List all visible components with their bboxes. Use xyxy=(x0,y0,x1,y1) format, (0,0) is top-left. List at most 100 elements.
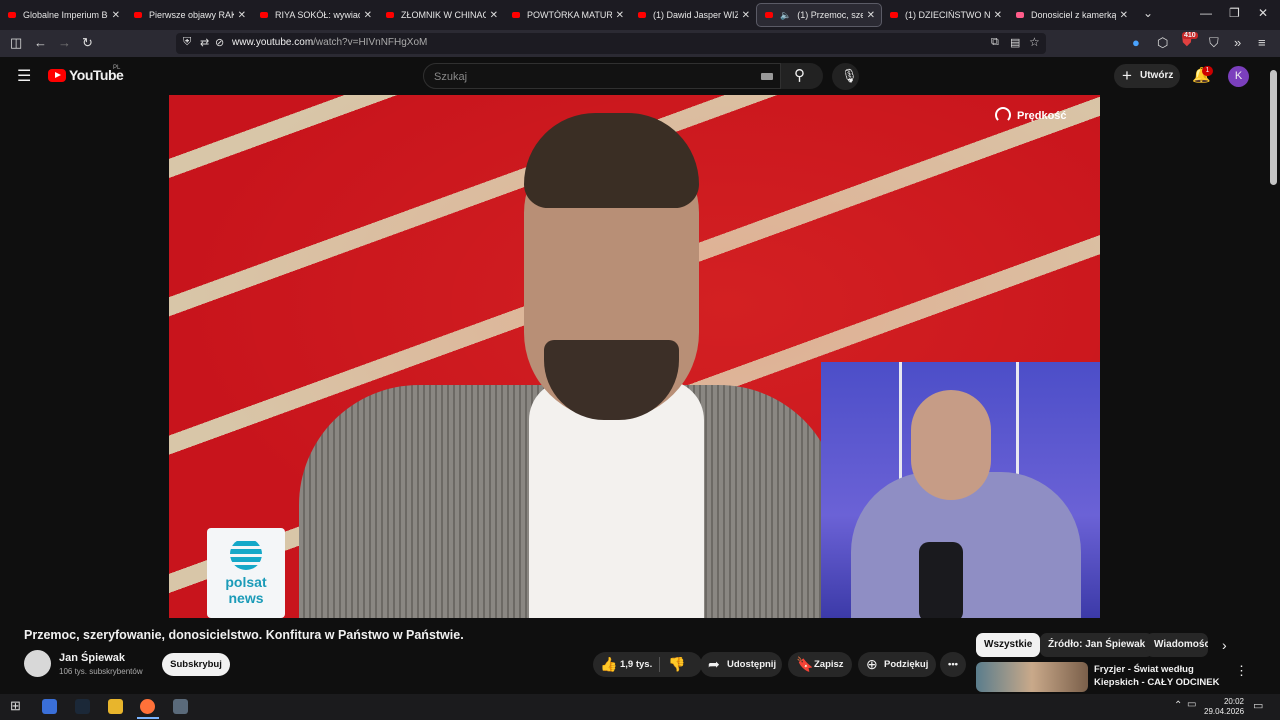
scrollbar-thumb[interactable] xyxy=(1270,70,1277,185)
speaker-icon[interactable]: 🔈 xyxy=(780,10,791,21)
voice-search-button[interactable]: 🎙 xyxy=(832,63,859,90)
chip-source[interactable]: Źródło: Jan Śpiewak xyxy=(1040,633,1154,657)
youtube-favicon-icon xyxy=(134,12,142,18)
calculator-icon[interactable] xyxy=(173,699,188,714)
browser-tab[interactable]: ZŁOMNIK W CHINACH # ✕ xyxy=(378,3,504,27)
vpn-extension-icon[interactable]: ● xyxy=(1132,35,1140,50)
more-horizontal-icon: ••• xyxy=(948,659,958,670)
subscribe-button[interactable]: Subskrybuj xyxy=(162,653,230,676)
microphone xyxy=(919,542,963,618)
thumbs-down-icon[interactable]: 👎 xyxy=(668,652,685,677)
close-tab-icon[interactable]: ✕ xyxy=(742,10,750,21)
close-tab-icon[interactable]: ✕ xyxy=(867,10,875,21)
browser-tab[interactable]: RIYA SOKÓŁ: wywiad, pie ✕ xyxy=(252,3,378,27)
tab-title: (1) DZIECIŃSTWO NA SP xyxy=(905,10,990,20)
close-tab-icon[interactable]: ✕ xyxy=(1120,10,1128,21)
youtube-favicon-icon xyxy=(890,12,898,18)
recommendation-thumbnail[interactable] xyxy=(976,662,1088,692)
permissions-icon[interactable]: ⇄ xyxy=(200,36,209,49)
minimize-icon[interactable]: — xyxy=(1200,6,1212,20)
close-tab-icon[interactable]: ✕ xyxy=(364,10,372,21)
shield-icon[interactable]: ⛨ xyxy=(183,36,191,49)
firefox-icon[interactable] xyxy=(140,699,155,714)
tab-title: Globalne Imperium Bezk xyxy=(23,10,108,20)
thanks-label: Podziękuj xyxy=(884,659,929,670)
streamer-overlay xyxy=(821,362,1100,618)
url-domain: www.youtube.com xyxy=(232,37,314,48)
recommendation-menu-icon[interactable]: ⋮ xyxy=(1235,663,1248,679)
network-icon[interactable]: ▭ xyxy=(1187,699,1196,710)
app-menu-icon[interactable]: ≡ xyxy=(1258,35,1266,50)
system-clock[interactable]: 20:02 29.04.2026 xyxy=(1204,697,1244,717)
restore-icon[interactable]: ❐ xyxy=(1229,6,1240,20)
browser-tab[interactable]: (1) DZIECIŃSTWO NA SP ✕ xyxy=(882,3,1008,27)
account-avatar[interactable]: K xyxy=(1228,66,1249,87)
close-tab-icon[interactable]: ✕ xyxy=(238,10,246,21)
close-window-icon[interactable]: ✕ xyxy=(1258,6,1268,20)
browser-tab[interactable]: Globalne Imperium Bezk ✕ xyxy=(0,3,126,27)
address-bar[interactable]: ⛨ ⇄ ⊘ www.youtube.com/watch?v=HIVnNFHgXo… xyxy=(176,33,1046,54)
sidebar-toggle-icon[interactable]: ◫ xyxy=(10,35,22,51)
windows-start-icon[interactable]: ⊞ xyxy=(10,698,21,714)
chip-all[interactable]: Wszystkie xyxy=(976,633,1041,657)
tab-title: POWTÓRKA MATURALNA xyxy=(527,10,612,20)
close-tab-icon[interactable]: ✕ xyxy=(616,10,624,21)
notification-center-icon[interactable]: ▭ xyxy=(1253,699,1263,712)
close-tab-icon[interactable]: ✕ xyxy=(994,10,1002,21)
tab-title: Donosiciel z kamerką czy xyxy=(1031,10,1116,20)
overflow-chevron-icon[interactable]: » xyxy=(1234,35,1241,50)
tab-list-icon[interactable]: ⌄ xyxy=(1143,6,1153,20)
broadcaster-line2: news xyxy=(228,590,264,606)
back-icon[interactable]: ← xyxy=(34,35,47,50)
more-actions-button[interactable]: ••• xyxy=(940,652,966,677)
save-button[interactable]: 🔖 Zapisz xyxy=(788,652,852,677)
close-tab-icon[interactable]: ✕ xyxy=(490,10,498,21)
video-player[interactable]: polsat news Prędkość xyxy=(169,95,1100,618)
streamer-face xyxy=(911,390,991,500)
extensions-icon[interactable]: ⬡ xyxy=(1157,35,1168,51)
reader-view-icon[interactable]: ▤ xyxy=(1010,36,1020,49)
search-button[interactable]: ⚲ xyxy=(781,63,823,89)
browser-tab[interactable]: (1) Dawid Jasper WIZYTA ✕ xyxy=(630,3,756,27)
picture-in-picture-icon[interactable]: ⧉ xyxy=(991,36,999,49)
privacy-badger-icon[interactable]: ⛉ xyxy=(1209,35,1219,51)
thumbs-up-icon: 👍 xyxy=(600,656,618,672)
file-explorer-icon[interactable] xyxy=(108,699,123,714)
tracking-icon[interactable]: ⊘ xyxy=(215,36,224,49)
like-dislike-group: 👍 1,9 tys. 👎 xyxy=(593,652,702,677)
reload-icon[interactable]: ↻ xyxy=(82,35,93,51)
tab-strip: Globalne Imperium Bezk ✕ Pierwsze objawy … xyxy=(0,0,1280,30)
tray-chevron-icon[interactable]: ⌃ xyxy=(1174,700,1182,711)
keyboard-icon[interactable] xyxy=(761,73,773,80)
close-tab-icon[interactable]: ✕ xyxy=(112,10,120,21)
channel-name[interactable]: Jan Śpiewak xyxy=(59,652,125,664)
chips-next-icon[interactable]: › xyxy=(1222,637,1227,653)
browser-tab-active[interactable]: 🔈 (1) Przemoc, szeryfo ✕ xyxy=(756,3,882,27)
steam-icon[interactable] xyxy=(75,699,90,714)
broadcaster-line1: polsat xyxy=(225,574,267,590)
channel-avatar[interactable] xyxy=(24,650,51,677)
notification-badge: 1 xyxy=(1202,66,1213,76)
clock-date: 29.04.2026 xyxy=(1204,707,1245,716)
youtube-favicon-icon xyxy=(765,12,773,18)
bookmark-star-icon[interactable]: ☆ xyxy=(1029,35,1040,49)
url-path: /watch?v=HIVnNFHgXoM xyxy=(313,37,428,48)
browser-tab[interactable]: Pierwsze objawy RAKA P ✕ xyxy=(126,3,252,27)
forward-icon[interactable]: → xyxy=(58,35,71,50)
create-button[interactable]: + Utwórz xyxy=(1114,64,1180,88)
youtube-favicon-icon xyxy=(8,12,16,18)
browser-tab[interactable]: Donosiciel z kamerką czy ✕ xyxy=(1008,3,1134,27)
desktop-app-icon[interactable] xyxy=(42,699,57,714)
speed-label[interactable]: Prędkość xyxy=(1017,110,1067,122)
browser-tab[interactable]: POWTÓRKA MATURALNA ✕ xyxy=(504,3,630,27)
youtube-favicon-icon xyxy=(638,12,646,18)
search-input[interactable]: Szukaj xyxy=(423,63,781,89)
guide-menu-icon[interactable]: ☰ xyxy=(17,66,31,86)
thanks-button[interactable]: ⊕ Podziękuj xyxy=(858,652,936,677)
share-button[interactable]: ➦ Udostępnij xyxy=(700,652,782,677)
youtube-header: ☰ YouTube PL Szukaj ⚲ 🎙 + Utwórz 🔔 1 K xyxy=(0,57,1268,95)
browser-toolbar: ◫ ← → ↻ ⛨ ⇄ ⊘ www.youtube.com/watch?v=HI… xyxy=(0,30,1280,57)
tab-title: ZŁOMNIK W CHINACH # xyxy=(401,10,486,20)
chip-news[interactable]: Wiadomości xyxy=(1146,633,1208,657)
video-title: Przemoc, szeryfowanie, donosicielstwo. K… xyxy=(24,628,464,642)
